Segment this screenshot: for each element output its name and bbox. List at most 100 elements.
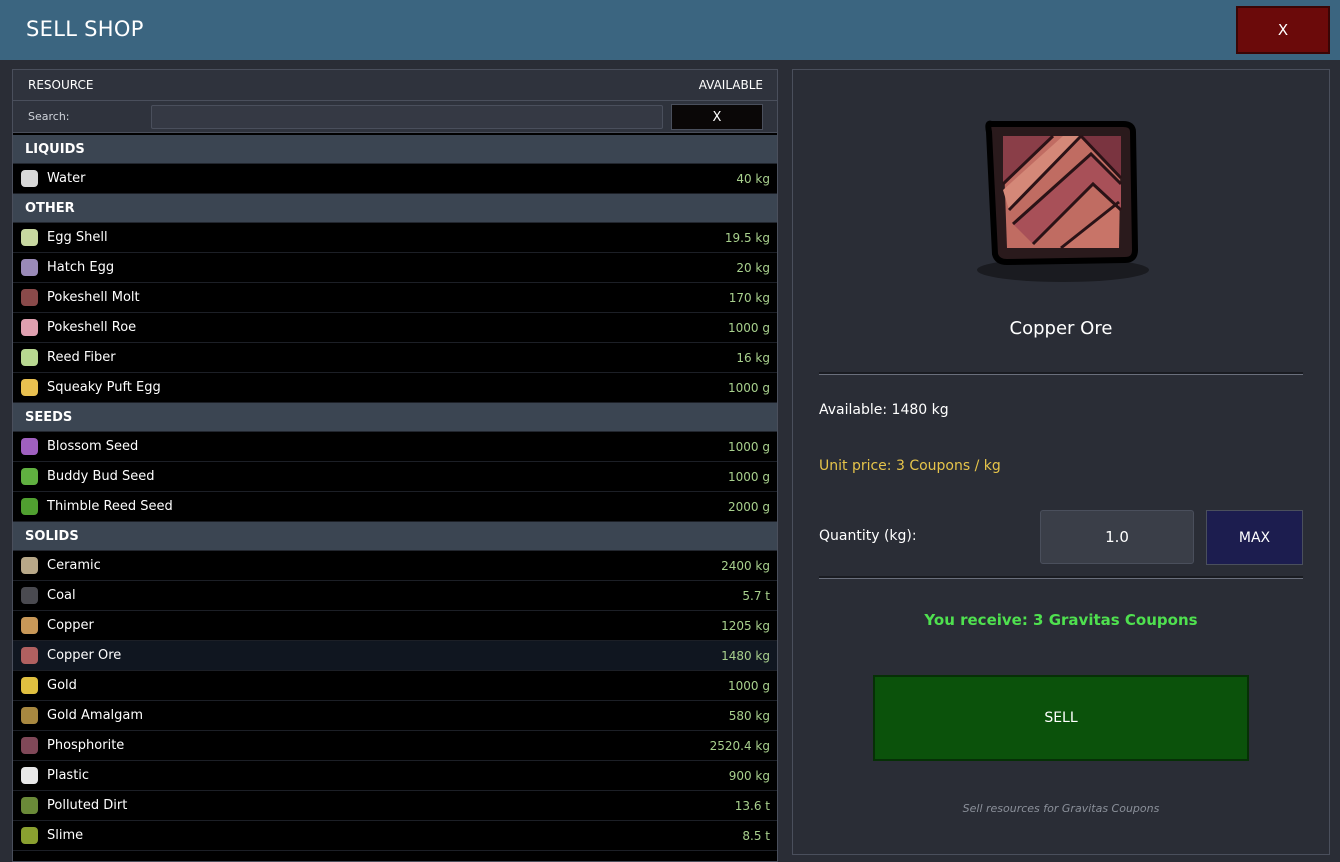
resource-list: LIQUIDS Water 40 kg OTHER Egg Shell 19.5 kg Ha…	[13, 135, 777, 851]
category-header: LIQUIDS	[13, 135, 777, 164]
resource-row[interactable]: Copper 1205 kg	[13, 611, 777, 641]
buddy-bud-seed-icon	[21, 468, 38, 485]
egg-shell-icon	[21, 229, 38, 246]
resource-amount: 20 kg	[736, 261, 770, 275]
resource-amount: 1000 g	[728, 321, 770, 335]
resource-amount: 2400 kg	[721, 559, 770, 573]
blossom-seed-icon	[21, 438, 38, 455]
quantity-label: Quantity (kg):	[819, 528, 917, 544]
resource-row[interactable]: Pokeshell Roe 1000 g	[13, 313, 777, 343]
search-label: Search:	[28, 110, 70, 123]
selected-resource-name: Copper Ore	[1009, 318, 1113, 339]
resource-row[interactable]: Reed Fiber 16 kg	[13, 343, 777, 373]
resource-row[interactable]: Slime 8.5 t	[13, 821, 777, 851]
resource-amount: 1480 kg	[721, 649, 770, 663]
resource-name: Copper Ore	[47, 648, 122, 663]
resource-row[interactable]: Thimble Reed Seed 2000 g	[13, 492, 777, 522]
page-title: SELL SHOP	[26, 17, 144, 41]
hatch-egg-icon	[21, 259, 38, 276]
resource-row[interactable]: Coal 5.7 t	[13, 581, 777, 611]
copper-icon	[21, 617, 38, 634]
ceramic-icon	[21, 557, 38, 574]
resource-row[interactable]: Egg Shell 19.5 kg	[13, 223, 777, 253]
resource-row[interactable]: Water 40 kg	[13, 164, 777, 194]
resource-name: Blossom Seed	[47, 439, 139, 454]
resource-row[interactable]: Polluted Dirt 13.6 t	[13, 791, 777, 821]
divider	[819, 372, 1303, 375]
reed-fiber-icon	[21, 349, 38, 366]
resource-row[interactable]: Gold 1000 g	[13, 671, 777, 701]
available-column-header: AVAILABLE	[698, 78, 763, 92]
resource-amount: 16 kg	[736, 351, 770, 365]
resource-row[interactable]: Plastic 900 kg	[13, 761, 777, 791]
category-header: SOLIDS	[13, 522, 777, 551]
resource-name: Water	[47, 171, 86, 186]
search-input[interactable]	[151, 105, 663, 129]
resource-amount: 1000 g	[728, 440, 770, 454]
category-header: SEEDS	[13, 403, 777, 432]
resource-name: Gold	[47, 678, 77, 693]
resource-name: Egg Shell	[47, 230, 108, 245]
resource-amount: 40 kg	[736, 172, 770, 186]
resource-amount: 8.5 t	[742, 829, 770, 843]
resource-row[interactable]: Phosphorite 2520.4 kg	[13, 731, 777, 761]
resource-name: Buddy Bud Seed	[47, 469, 155, 484]
close-button[interactable]: X	[1236, 6, 1330, 54]
unit-price: Unit price: 3 Coupons / kg	[819, 458, 1001, 474]
resource-amount: 5.7 t	[742, 589, 770, 603]
gold-icon	[21, 677, 38, 694]
resource-amount: 1000 g	[728, 381, 770, 395]
resource-name: Thimble Reed Seed	[47, 499, 173, 514]
footer-hint: Sell resources for Gravitas Coupons	[962, 802, 1160, 815]
resource-name: Polluted Dirt	[47, 798, 128, 813]
search-clear-button[interactable]: X	[671, 104, 763, 130]
column-header: RESOURCE AVAILABLE	[13, 70, 777, 101]
resource-column-header: RESOURCE	[28, 78, 94, 92]
divider	[819, 576, 1303, 579]
resource-amount: 2000 g	[728, 500, 770, 514]
resource-name: Squeaky Puft Egg	[47, 380, 161, 395]
resource-amount: 1000 g	[728, 679, 770, 693]
sell-button[interactable]: SELL	[873, 675, 1249, 761]
resource-row[interactable]: Squeaky Puft Egg 1000 g	[13, 373, 777, 403]
resource-amount: 13.6 t	[734, 799, 770, 813]
quantity-input[interactable]	[1040, 510, 1194, 564]
resource-row[interactable]: Gold Amalgam 580 kg	[13, 701, 777, 731]
slime-icon	[21, 827, 38, 844]
plastic-icon	[21, 767, 38, 784]
resource-row[interactable]: Copper Ore 1480 kg	[13, 641, 777, 671]
copper-ore-icon	[21, 647, 38, 664]
resource-amount: 1205 kg	[721, 619, 770, 633]
pokeshell-molt-icon	[21, 289, 38, 306]
water-bottle-icon	[21, 170, 38, 187]
resource-amount: 2520.4 kg	[709, 739, 770, 753]
resource-name: Pokeshell Roe	[47, 320, 137, 335]
polluted-dirt-icon	[21, 797, 38, 814]
resource-row[interactable]: Buddy Bud Seed 1000 g	[13, 462, 777, 492]
resource-row[interactable]: Ceramic 2400 kg	[13, 551, 777, 581]
resource-amount: 170 kg	[728, 291, 770, 305]
gold-amalgam-icon	[21, 707, 38, 724]
resource-name: Ceramic	[47, 558, 101, 573]
detail-panel: Copper Ore Available: 1480 kg Unit price…	[792, 69, 1330, 855]
coal-icon	[21, 587, 38, 604]
resource-amount: 580 kg	[728, 709, 770, 723]
squeaky-puft-egg-icon	[21, 379, 38, 396]
resource-row[interactable]: Blossom Seed 1000 g	[13, 432, 777, 462]
receive-summary: You receive: 3 Gravitas Coupons	[924, 611, 1198, 629]
resource-panel: RESOURCE AVAILABLE Search: X LIQUIDS Wate…	[12, 69, 778, 862]
phosphorite-icon	[21, 737, 38, 754]
resource-row[interactable]: Pokeshell Molt 170 kg	[13, 283, 777, 313]
max-button[interactable]: MAX	[1206, 510, 1303, 565]
category-header: OTHER	[13, 194, 777, 223]
resource-name: Copper	[47, 618, 94, 633]
title-bar: SELL SHOP X	[0, 0, 1340, 60]
resource-name: Gold Amalgam	[47, 708, 144, 723]
resource-name: Reed Fiber	[47, 350, 116, 365]
resource-name: Hatch Egg	[47, 260, 115, 275]
copper-ore-icon	[973, 114, 1153, 284]
available-amount: Available: 1480 kg	[819, 402, 949, 418]
resource-name: Coal	[47, 588, 76, 603]
resource-name: Slime	[47, 828, 84, 843]
resource-row[interactable]: Hatch Egg 20 kg	[13, 253, 777, 283]
